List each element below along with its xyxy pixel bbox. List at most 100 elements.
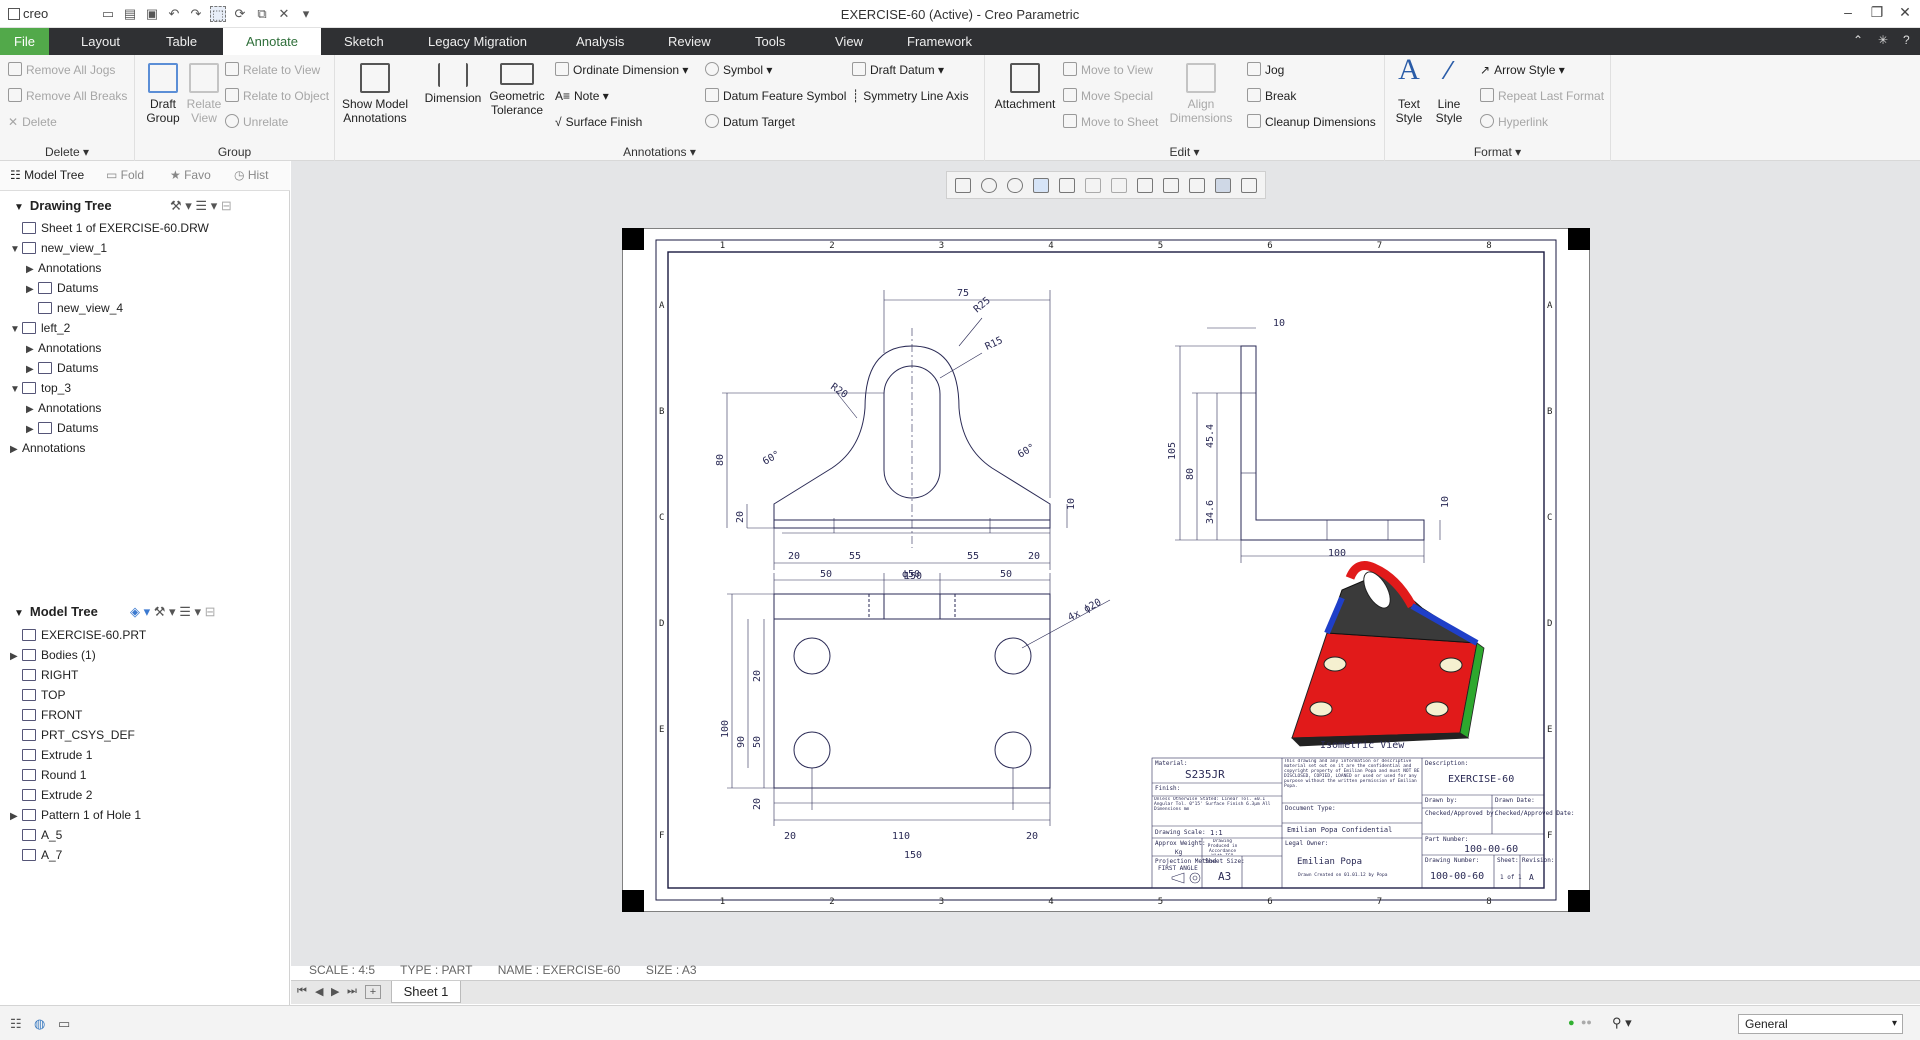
zoom-in-icon[interactable]	[981, 178, 997, 193]
tab-framework[interactable]: Framework	[903, 28, 976, 55]
move-special-button[interactable]: Move Special	[1063, 87, 1153, 105]
tab-folder-browser[interactable]: ▭ Fold	[106, 168, 144, 182]
dim-top-100[interactable]: 100	[720, 720, 731, 738]
tab-analysis[interactable]: Analysis	[572, 28, 628, 55]
datum-target-button[interactable]: Datum Target	[705, 113, 795, 131]
tree-settings-icon[interactable]: ⚒ ▾	[154, 604, 176, 619]
relate-to-object-button[interactable]: Relate to Object	[225, 87, 329, 105]
tree-filters-icon[interactable]: ☰ ▾	[179, 604, 201, 619]
tab-sketch[interactable]: Sketch	[340, 28, 388, 55]
first-sheet-icon[interactable]: ⏮	[297, 985, 307, 998]
restore-icon[interactable]: ❐	[1862, 4, 1892, 24]
tab-model-tree[interactable]: ☷ Model Tree	[10, 168, 84, 182]
tree-node[interactable]: Sheet 1 of EXERCISE-60.DRW	[10, 219, 209, 237]
collapse-icon[interactable]: ▼	[10, 381, 22, 399]
remove-all-breaks-button[interactable]: Remove All Breaks	[8, 87, 127, 105]
browser-toggle-icon[interactable]: ◍	[34, 1016, 45, 1032]
dim-side-10-b[interactable]: 10	[1440, 496, 1451, 508]
tree-columns-icon[interactable]: ⊟	[221, 198, 232, 213]
surface-finish-button[interactable]: √ Surface Finish	[555, 113, 642, 131]
selection-filter-select[interactable]: General ▾	[1738, 1014, 1903, 1034]
collapse-icon[interactable]: ▼	[10, 321, 22, 339]
edit-group-label[interactable]: Edit ▾	[985, 145, 1384, 159]
symbol-button[interactable]: Symbol ▾	[705, 61, 772, 79]
dim-80[interactable]: 80	[715, 454, 726, 466]
break-button[interactable]: Break	[1247, 87, 1296, 105]
next-sheet-icon[interactable]: ▶	[331, 985, 339, 998]
tree-columns-icon[interactable]: ⊟	[205, 604, 216, 619]
format-group-label[interactable]: Format ▾	[1385, 145, 1610, 159]
isometric-view-label[interactable]: Isometric View	[1320, 740, 1405, 751]
expand-icon[interactable]: ▶	[26, 361, 38, 379]
tree-node[interactable]: ▼ top_3	[10, 379, 71, 397]
tree-node[interactable]: ▶ Datums	[26, 279, 98, 297]
last-sheet-icon[interactable]: ⏭	[347, 985, 357, 998]
collapse-ribbon-icon[interactable]: ⌃	[1853, 33, 1863, 47]
expand-icon[interactable]: ▶	[26, 281, 38, 299]
tree-node[interactable]: ▶ Datums	[26, 359, 98, 377]
sheet-tab-1[interactable]: Sheet 1	[391, 981, 461, 1003]
dim-20-a[interactable]: 20	[788, 551, 800, 562]
refit-icon[interactable]	[955, 178, 971, 193]
tab-legacy-migration[interactable]: Legacy Migration	[424, 28, 531, 55]
datum-feature-symbol-button[interactable]: Datum Feature Symbol	[705, 87, 846, 105]
tree-node[interactable]: FRONT	[10, 706, 82, 724]
tab-layout[interactable]: Layout	[77, 28, 124, 55]
tree-node[interactable]: ▼ new_view_1	[10, 239, 107, 257]
tree-node[interactable]: Extrude 1	[10, 746, 92, 764]
dimension-button[interactable]: Dimension	[423, 63, 483, 105]
cleanup-dimensions-button[interactable]: Cleanup Dimensions	[1247, 113, 1376, 131]
previous-sheet-icon[interactable]: ◀	[315, 985, 323, 998]
tree-node[interactable]: A_5	[10, 826, 62, 844]
tab-review[interactable]: Review	[664, 28, 715, 55]
tab-tools[interactable]: Tools	[751, 28, 789, 55]
expand-icon[interactable]: ▶	[26, 261, 38, 279]
tree-node[interactable]: Round 1	[10, 766, 86, 784]
dim-105[interactable]: 105	[1167, 442, 1178, 460]
help-icon[interactable]: ?	[1903, 33, 1910, 47]
find-icon[interactable]: ⚲ ▾	[1612, 1015, 1632, 1031]
show-model-annotations-button[interactable]: Show Model Annotations	[340, 63, 410, 125]
dim-side-80[interactable]: 80	[1185, 468, 1196, 480]
datum-display-icon[interactable]	[1137, 178, 1153, 193]
dim-10[interactable]: 10	[1066, 498, 1077, 510]
arrow-style-button[interactable]: ↗ Arrow Style ▾	[1480, 61, 1565, 79]
remove-all-jogs-button[interactable]: Remove All Jogs	[8, 61, 115, 79]
dim-55-a[interactable]: 55	[849, 551, 861, 562]
hyperlink-button[interactable]: Hyperlink	[1480, 113, 1548, 131]
model-display-icon[interactable]: ◈ ▾	[130, 604, 150, 619]
dim-20-b[interactable]: 20	[1028, 551, 1040, 562]
note-button[interactable]: A≡ Note ▾	[555, 87, 609, 105]
repeat-last-format-button[interactable]: Repeat Last Format	[1480, 87, 1604, 105]
point-display-icon[interactable]	[1215, 178, 1231, 193]
minimize-icon[interactable]: –	[1833, 4, 1863, 24]
plane-display-icon[interactable]	[1163, 178, 1179, 193]
delete-group-label[interactable]: Delete ▾	[0, 145, 134, 159]
dim-top-20-a[interactable]: 20	[752, 670, 763, 682]
symmetry-line-axis-button[interactable]: ┊ Symmetry Line Axis	[852, 87, 969, 105]
full-screen-icon[interactable]: ▭	[58, 1016, 70, 1032]
annotations-group-label[interactable]: Annotations ▾	[335, 145, 984, 159]
dim-90[interactable]: 90	[736, 736, 747, 748]
attachment-button[interactable]: Attachment	[990, 63, 1060, 111]
line-style-button[interactable]: ⁄ Line Style	[1429, 57, 1469, 125]
zoom-out-icon[interactable]	[1007, 178, 1023, 193]
tree-node[interactable]: ▼ left_2	[10, 319, 70, 337]
csys-display-icon[interactable]	[1241, 178, 1257, 193]
align-dimensions-button[interactable]: Align Dimensions	[1168, 63, 1234, 125]
add-sheet-icon[interactable]: +	[365, 985, 381, 999]
dim-34-6[interactable]: 34.6	[1205, 500, 1216, 524]
tab-view[interactable]: View	[831, 28, 867, 55]
repaint-icon[interactable]	[1033, 178, 1049, 193]
dim-bottom-150[interactable]: 150	[904, 850, 922, 861]
tab-table[interactable]: Table	[162, 28, 201, 55]
dim-110[interactable]: 110	[892, 831, 910, 842]
tree-node[interactable]: Extrude 2	[10, 786, 92, 804]
text-style-button[interactable]: A Text Style	[1389, 55, 1429, 126]
geometric-tolerance-button[interactable]: Geometric Tolerance	[487, 63, 547, 117]
tree-node[interactable]: ▶ Pattern 1 of Hole 1	[10, 806, 141, 824]
drawing-tree-header[interactable]: ▼ Drawing Tree	[14, 198, 112, 213]
dim-20[interactable]: 20	[735, 511, 746, 523]
dim-75[interactable]: 75	[957, 288, 969, 299]
expand-icon[interactable]: ▶	[10, 441, 22, 459]
